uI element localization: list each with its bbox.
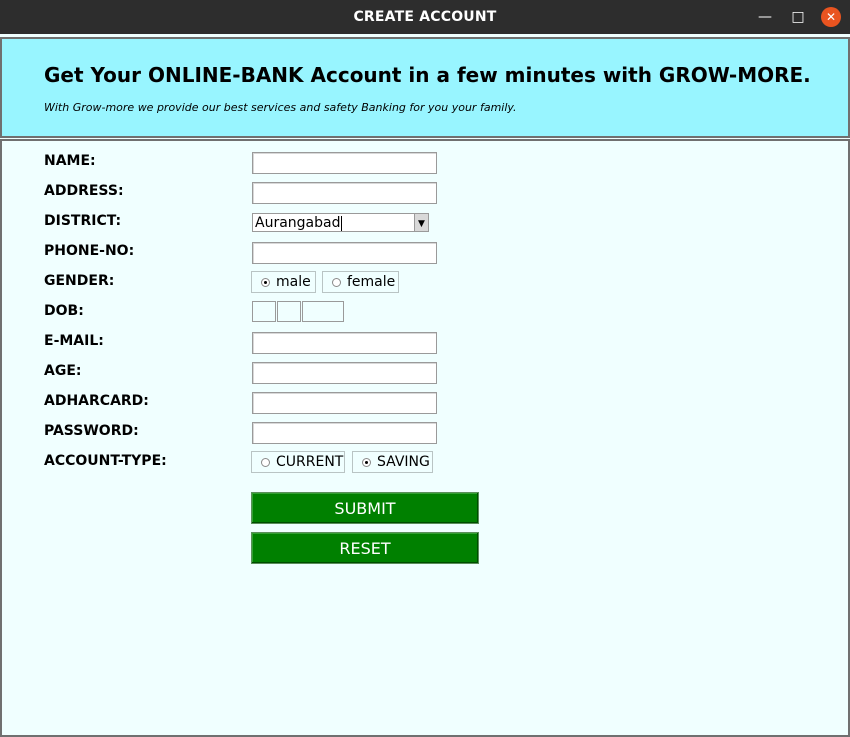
chevron-down-icon[interactable]: ▼	[414, 214, 428, 231]
dob-year-input[interactable]	[302, 301, 344, 322]
account-current-radio[interactable]: CURRENT	[251, 451, 345, 473]
page-subtitle: With Grow-more we provide our best servi…	[44, 101, 517, 114]
gender-female-label: female	[347, 274, 396, 290]
dob-month-input[interactable]	[277, 301, 301, 322]
window-title: CREATE ACCOUNT	[353, 9, 497, 25]
gender-male-radio[interactable]: male	[251, 271, 316, 293]
adharcard-input[interactable]	[252, 392, 437, 414]
gender-label: GENDER:	[44, 273, 115, 289]
text-cursor	[341, 215, 343, 231]
account-saving-label: SAVING	[377, 454, 430, 470]
maximize-icon[interactable]: □	[788, 7, 808, 27]
adharcard-label: ADHARCARD:	[44, 393, 149, 409]
gender-female-radio[interactable]: female	[322, 271, 399, 293]
account-type-label: ACCOUNT-TYPE:	[44, 453, 167, 469]
password-input[interactable]	[252, 422, 437, 444]
reset-button[interactable]: RESET	[251, 532, 479, 564]
window-titlebar: CREATE ACCOUNT — □ ✕	[0, 0, 850, 34]
phone-input[interactable]	[252, 242, 437, 264]
phone-label: PHONE-NO:	[44, 243, 135, 259]
dob-day-input[interactable]	[252, 301, 276, 322]
password-label: PASSWORD:	[44, 423, 139, 439]
name-input[interactable]	[252, 152, 437, 174]
age-label: AGE:	[44, 363, 82, 379]
page-title: Get Your ONLINE-BANK Account in a few mi…	[44, 63, 811, 87]
submit-button[interactable]: SUBMIT	[251, 492, 479, 524]
radio-selected-icon	[362, 457, 371, 467]
email-label: E-MAIL:	[44, 333, 104, 349]
district-select[interactable]: Aurangabad ▼	[252, 213, 429, 232]
close-icon[interactable]: ✕	[821, 7, 841, 27]
minimize-icon[interactable]: —	[755, 7, 775, 27]
age-input[interactable]	[252, 362, 437, 384]
header-banner: Get Your ONLINE-BANK Account in a few mi…	[0, 37, 850, 138]
radio-unselected-icon	[261, 457, 270, 467]
gender-male-label: male	[276, 274, 311, 290]
radio-selected-icon	[261, 277, 270, 287]
district-label: DISTRICT:	[44, 213, 122, 229]
account-current-label: CURRENT	[276, 454, 344, 470]
district-value: Aurangabad	[255, 215, 341, 231]
address-input[interactable]	[252, 182, 437, 204]
dob-label: DOB:	[44, 303, 84, 319]
account-saving-radio[interactable]: SAVING	[352, 451, 433, 473]
address-label: ADDRESS:	[44, 183, 124, 199]
name-label: NAME:	[44, 153, 96, 169]
radio-unselected-icon	[332, 277, 341, 287]
email-input[interactable]	[252, 332, 437, 354]
